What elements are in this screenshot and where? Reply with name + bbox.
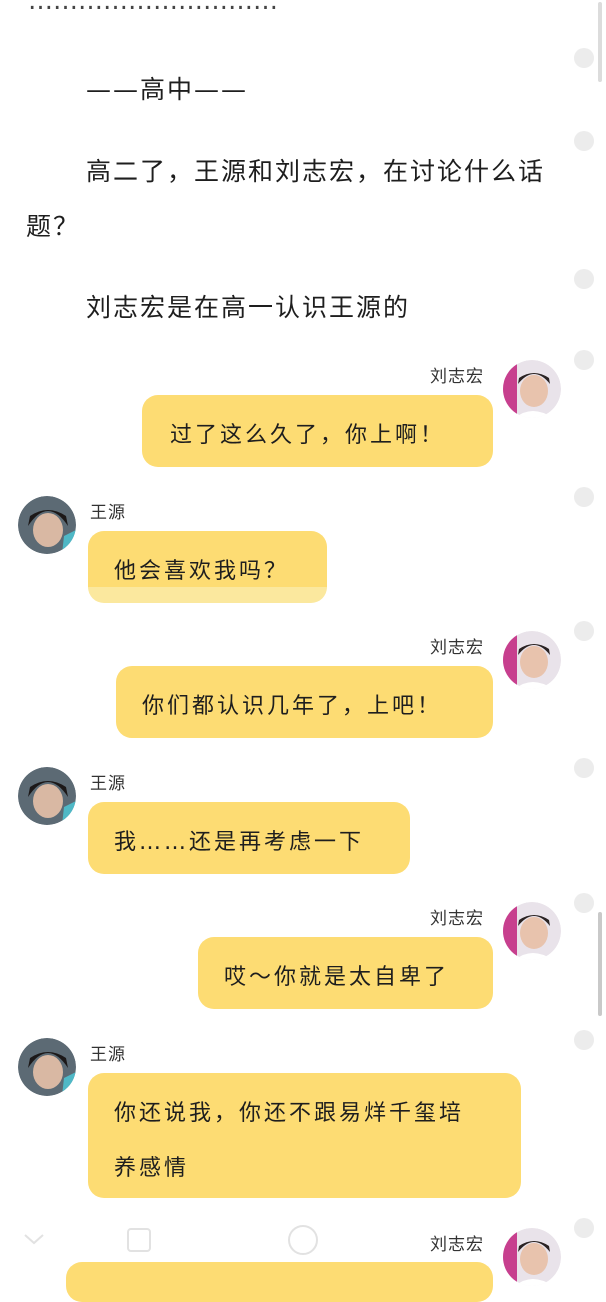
speaker-name: 刘志宏 [430,367,484,387]
avatar[interactable] [503,360,561,418]
story-line-1b: 题？ [26,212,81,241]
speaker-name: 刘志宏 [430,638,484,658]
section-header: ——高中—— [86,75,249,104]
scroll-marker [574,893,594,913]
avatar[interactable] [503,1228,561,1286]
scroll-marker [574,621,594,641]
scroll-marker [574,758,594,778]
top-fragment: ………………………… [28,0,278,15]
avatar[interactable] [503,902,561,960]
message-bubble: 我……还是再考虑一下 [88,802,410,874]
chevron-down-icon[interactable] [22,1228,46,1254]
message-bubble: 你们都认识几年了，上吧！ [116,666,493,738]
scrollbar[interactable] [598,912,602,1016]
speaker-name: 王源 [90,503,126,523]
scroll-marker [574,48,594,68]
square-icon[interactable] [125,1226,153,1258]
message-line: 你还说我，你还不跟易烊千玺培 [114,1101,465,1126]
avatar[interactable] [18,496,76,554]
speaker-name: 刘志宏 [430,909,484,929]
story-line-2: 刘志宏是在高一认识王源的 [86,293,411,322]
message-bubble: 你还说我，你还不跟易烊千玺培 养感情 [88,1073,521,1198]
scroll-marker [574,487,594,507]
message-bubble: 他会喜欢我吗？ [88,531,327,603]
scrollbar-top[interactable] [598,2,602,82]
scroll-marker [574,131,594,151]
speaker-name: 刘志宏 [430,1235,484,1255]
avatar[interactable] [503,631,561,689]
story-line-1a: 高二了，王源和刘志宏，在讨论什么话 [86,157,546,186]
scroll-marker [574,1218,594,1238]
scroll-marker [574,269,594,289]
scroll-marker [574,1030,594,1050]
scroll-marker [574,350,594,370]
avatar[interactable] [18,1038,76,1096]
avatar[interactable] [18,767,76,825]
speaker-name: 王源 [90,774,126,794]
message-bubble [66,1262,493,1302]
circle-icon[interactable] [286,1223,320,1261]
speaker-name: 王源 [90,1045,126,1065]
message-bubble: 过了这么久了，你上啊！ [142,395,493,467]
message-bubble: 哎～你就是太自卑了 [198,937,493,1009]
message-line: 养感情 [114,1156,190,1181]
